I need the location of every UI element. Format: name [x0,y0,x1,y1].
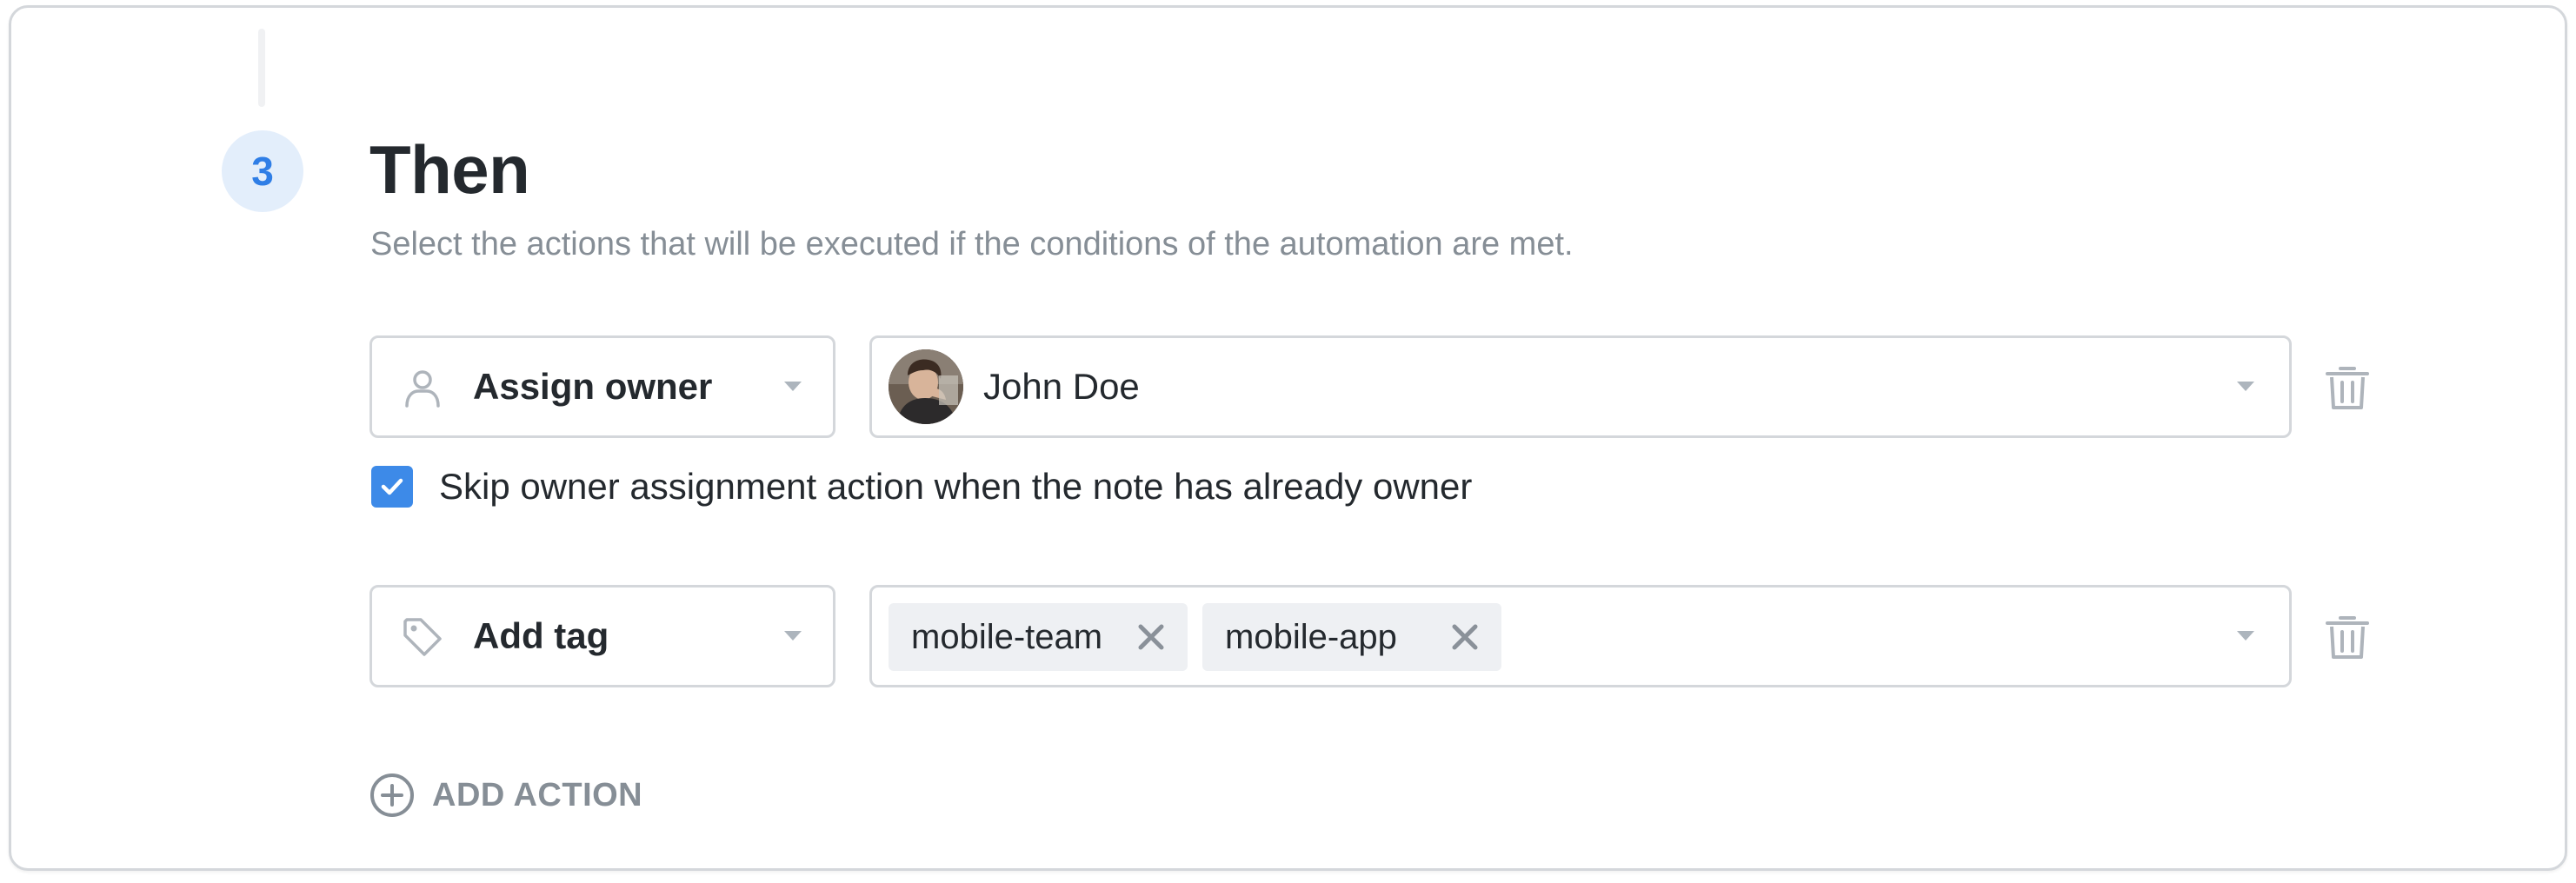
plus-circle-icon [370,773,414,817]
trash-icon[interactable] [2323,362,2372,411]
step-subtitle: Select the actions that will be executed… [370,226,1574,262]
skip-owner-checkbox[interactable] [371,466,413,508]
trash-icon[interactable] [2323,612,2372,661]
tag-label: mobile-team [911,617,1103,656]
step-connector-line [258,29,265,107]
tag-chip: mobile-team [889,603,1188,671]
action-type-select[interactable]: Add tag [369,585,835,687]
check-icon [381,478,403,495]
add-action-label: ADD ACTION [432,776,643,813]
avatar [889,349,963,424]
chevron-down-icon [2237,631,2254,641]
chevron-down-icon [2237,382,2254,391]
tag-chip: mobile-app [1202,603,1501,671]
action-type-select[interactable]: Assign owner [369,335,835,438]
step-title: Then [369,131,530,208]
close-icon[interactable] [1135,621,1167,653]
action-type-label: Add tag [473,615,609,656]
step-number-badge: 3 [222,130,303,212]
close-icon[interactable] [1449,621,1481,653]
automation-step-card: 3 Then Select the actions that will be e… [9,5,2567,871]
tags-select[interactable]: mobile-team mobile-app [869,585,2292,687]
skip-owner-option[interactable]: Skip owner assignment action when the no… [371,466,1472,508]
chevron-down-icon [784,382,802,391]
skip-owner-label: Skip owner assignment action when the no… [439,466,1473,507]
action-type-label: Assign owner [473,366,713,407]
owner-select[interactable]: John Doe [869,335,2292,438]
add-action-button[interactable]: ADD ACTION [369,773,642,818]
tag-icon [403,618,442,656]
owner-name: John Doe [983,366,1140,407]
user-icon [405,370,440,408]
tag-label: mobile-app [1225,617,1397,656]
chevron-down-icon [784,631,802,641]
